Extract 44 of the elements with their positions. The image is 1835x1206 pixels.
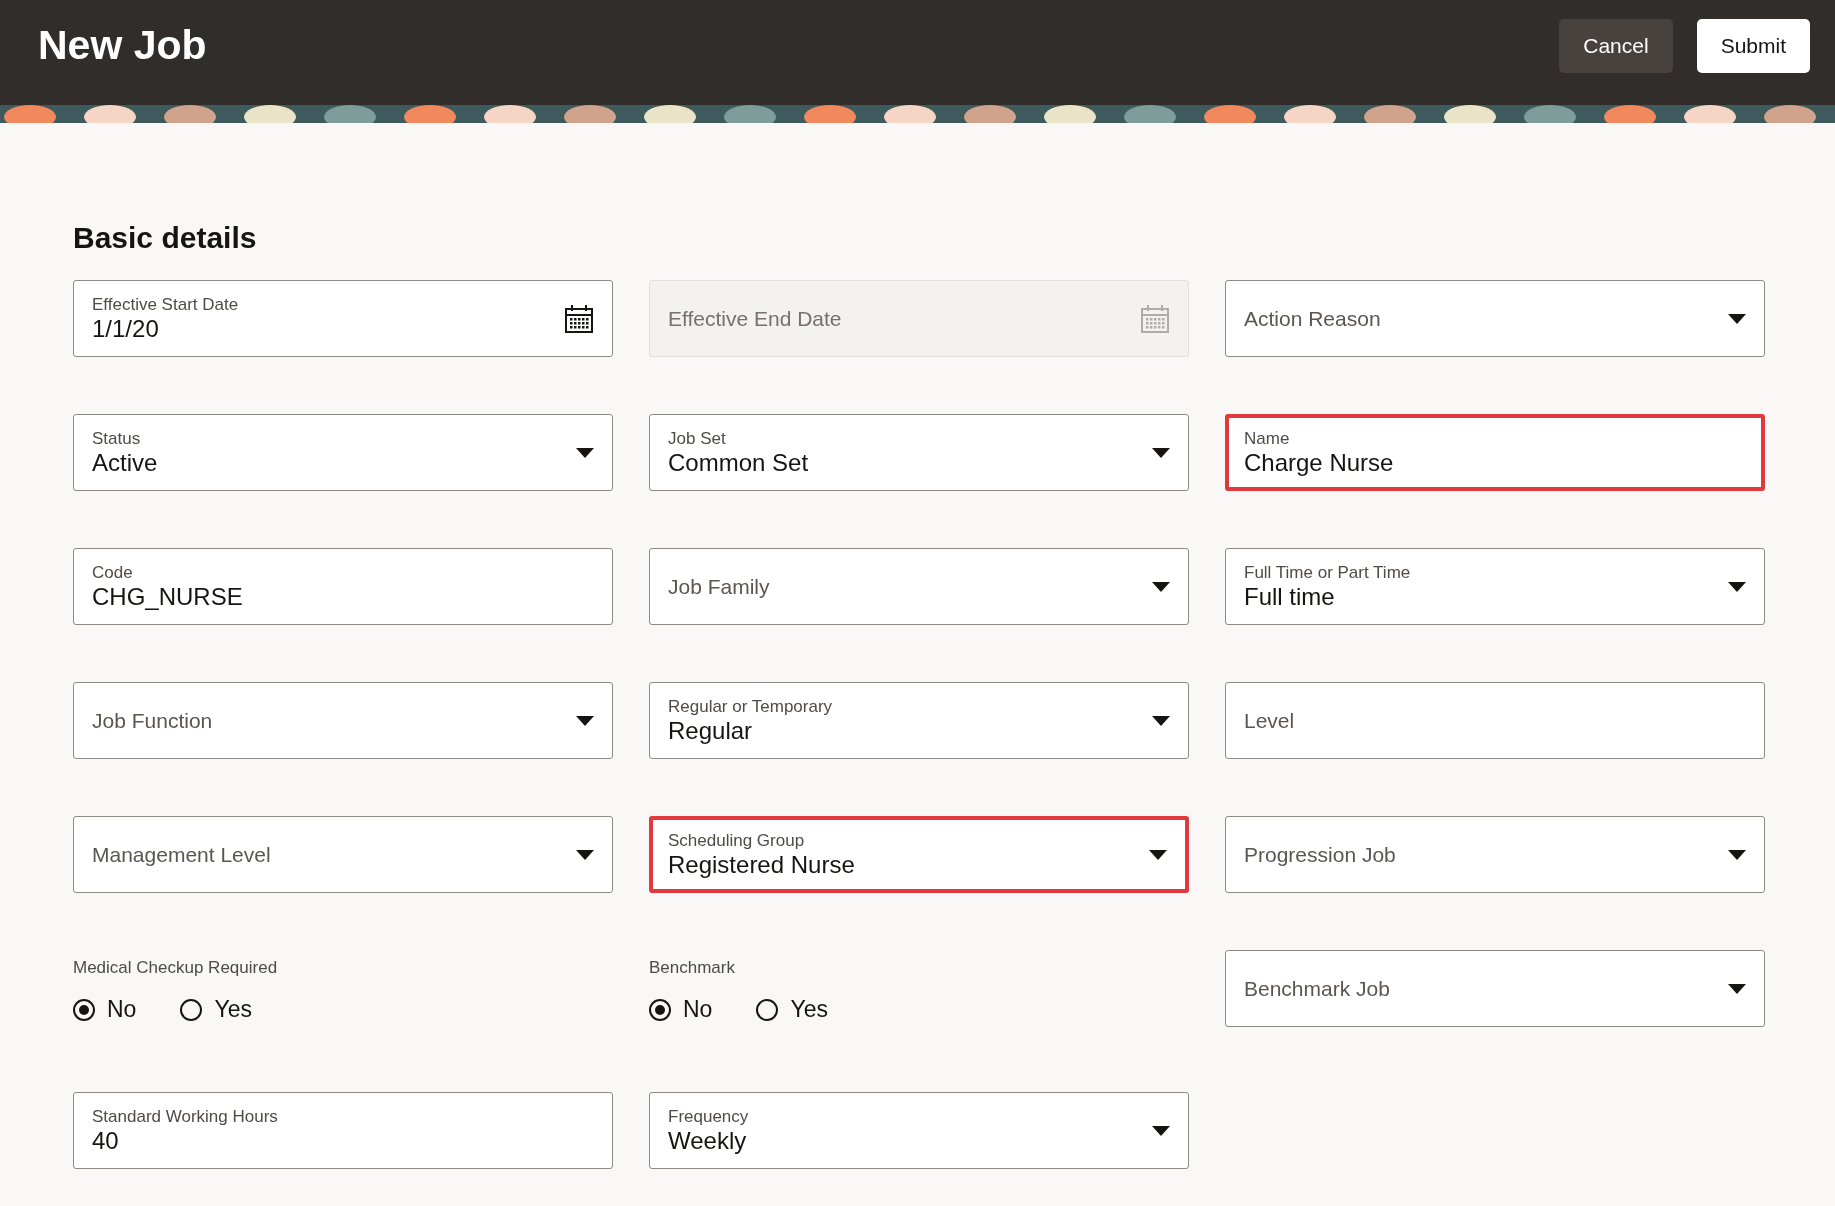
radio-option[interactable]: No <box>649 996 713 1023</box>
caret-icon <box>1728 983 1746 994</box>
radio-button[interactable] <box>180 998 203 1021</box>
select-field[interactable]: Progression Job <box>1225 816 1765 893</box>
caret-icon <box>1152 581 1170 592</box>
select-field[interactable]: Benchmark Job <box>1225 950 1765 1027</box>
radio-button[interactable] <box>649 998 671 1021</box>
radio-group-label: Benchmark <box>649 958 736 978</box>
section-title: Basic details <box>73 221 258 255</box>
select-field[interactable]: Job Family <box>649 548 1189 625</box>
select-field[interactable]: Scheduling Group Registered Nurse <box>649 816 1189 893</box>
cancel-button[interactable]: Cancel <box>1559 18 1673 73</box>
input-field[interactable]: Level <box>1225 682 1765 759</box>
input-field[interactable]: Standard Working Hours 40 <box>73 1092 613 1169</box>
caret-icon <box>576 447 594 458</box>
caret-icon <box>576 849 594 860</box>
submit-button[interactable]: Submit <box>1696 18 1810 73</box>
select-field[interactable]: Job Function <box>73 682 613 759</box>
caret-icon <box>1728 581 1746 592</box>
radio-option[interactable]: Yes <box>180 996 252 1023</box>
caret-icon <box>1728 313 1746 324</box>
page-title: New Job <box>38 22 207 69</box>
calendar-icon[interactable] <box>564 303 594 334</box>
select-field[interactable]: Frequency Weekly <box>649 1092 1189 1169</box>
radio-group-label: Medical Checkup Required <box>73 958 279 978</box>
caret-icon <box>1152 1125 1170 1136</box>
radio-option[interactable]: Yes <box>756 996 828 1023</box>
caret-icon <box>1728 849 1746 860</box>
date-field[interactable]: Effective Start Date 1/1/20 <box>73 280 613 357</box>
caret-icon <box>1152 447 1170 458</box>
input-field[interactable]: Name Charge Nurse <box>1225 414 1765 491</box>
input-field[interactable]: Code CHG_NURSE <box>73 548 613 625</box>
select-field[interactable]: Regular or Temporary Regular <box>649 682 1189 759</box>
select-field[interactable]: Status Active <box>73 414 613 491</box>
radio-option[interactable]: No <box>73 996 137 1023</box>
select-field[interactable]: Action Reason <box>1225 280 1765 357</box>
caret-icon <box>576 715 594 726</box>
caret-icon <box>1149 849 1167 860</box>
select-field[interactable]: Job Set Common Set <box>649 414 1189 491</box>
caret-icon <box>1152 715 1170 726</box>
radio-button[interactable] <box>756 998 779 1021</box>
select-field[interactable]: Full Time or Part Time Full time <box>1225 548 1765 625</box>
select-field[interactable]: Management Level <box>73 816 613 893</box>
radio-button[interactable] <box>73 998 95 1021</box>
